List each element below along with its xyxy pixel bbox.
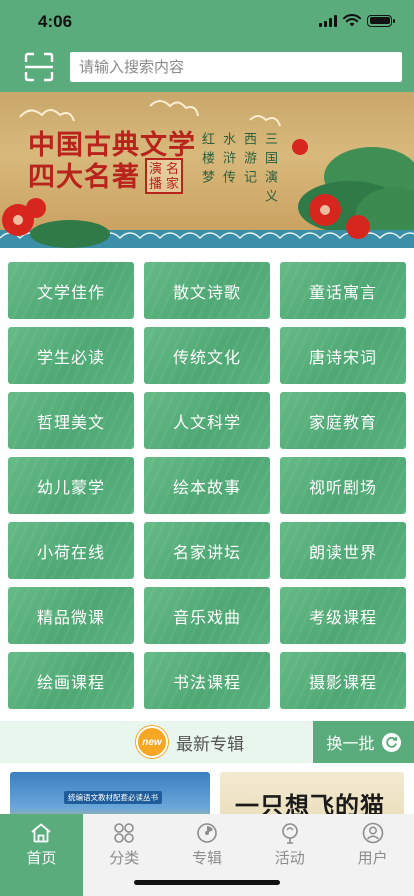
seal-char: 演	[148, 162, 162, 177]
seal-char: 家	[165, 177, 179, 192]
tab-album[interactable]: 专辑	[166, 814, 249, 872]
seal-char: 播	[148, 177, 162, 192]
category-button[interactable]: 精品微课	[8, 587, 134, 644]
category-button[interactable]: 绘本故事	[144, 457, 270, 514]
category-button[interactable]: 童话寓言	[280, 262, 406, 319]
banner[interactable]: 中国古典文学 四大名著 演 名 播 家 红楼梦 水浒传 西游记 三国演义	[0, 92, 414, 248]
category-button[interactable]: 音乐戏曲	[144, 587, 270, 644]
search-input[interactable]	[70, 52, 402, 82]
battery-icon	[367, 14, 395, 27]
tab-home[interactable]: 首页	[0, 814, 83, 896]
category-button[interactable]: 学生必读	[8, 327, 134, 384]
search-box	[70, 52, 402, 82]
header	[0, 44, 414, 92]
banner-column: 水浒传	[220, 132, 235, 189]
category-grid: 文学佳作 散文诗歌 童话寓言 学生必读 传统文化 唐诗宋词 哲理美文 人文科学 …	[8, 262, 406, 709]
category-button[interactable]: 考级课程	[280, 587, 406, 644]
seal-char: 名	[165, 162, 179, 177]
tab-activity[interactable]: 活动	[248, 814, 331, 872]
category-button[interactable]: 书法课程	[144, 652, 270, 709]
latest-album-bar: new 最新专辑 换一批	[0, 721, 414, 763]
category-button[interactable]: 小荷在线	[8, 522, 134, 579]
tab-label: 活动	[274, 850, 305, 867]
signal-icon	[319, 14, 337, 27]
home-icon	[31, 823, 51, 843]
album-heading: new 最新专辑	[136, 726, 244, 758]
category-button[interactable]: 朗读世界	[280, 522, 406, 579]
refresh-button[interactable]: 换一批	[313, 721, 414, 763]
album-icon	[197, 823, 217, 843]
category-button[interactable]: 视听剧场	[280, 457, 406, 514]
category-button[interactable]: 文学佳作	[8, 262, 134, 319]
category-button[interactable]: 唐诗宋词	[280, 327, 406, 384]
category-button[interactable]: 绘画课程	[8, 652, 134, 709]
status-bar: 4:06	[0, 0, 414, 44]
category-button[interactable]: 散文诗歌	[144, 262, 270, 319]
banner-seal: 演 名 播 家	[145, 158, 183, 194]
banner-column: 西游记	[241, 132, 256, 189]
wifi-icon	[343, 14, 361, 27]
category-icon	[114, 823, 134, 843]
album-list: 统编语文教材配套必读丛书 一只想飞的猫	[0, 772, 414, 814]
tab-label: 专辑	[191, 850, 222, 867]
category-button[interactable]: 人文科学	[144, 392, 270, 449]
status-icons	[319, 14, 395, 27]
album-card-label: 统编语文教材配套必读丛书	[64, 791, 162, 804]
tab-label: 首页	[26, 850, 57, 867]
category-button[interactable]: 传统文化	[144, 327, 270, 384]
banner-column: 红楼梦	[199, 132, 214, 189]
banner-column: 三国演义	[262, 132, 277, 208]
status-time: 4:06	[38, 12, 73, 31]
tab-user[interactable]: 用户	[331, 814, 414, 872]
category-button[interactable]: 幼儿蒙学	[8, 457, 134, 514]
category-button[interactable]: 家庭教育	[280, 392, 406, 449]
category-button[interactable]: 哲理美文	[8, 392, 134, 449]
tab-label: 用户	[357, 850, 388, 867]
refresh-icon	[381, 732, 401, 752]
user-icon	[362, 822, 383, 844]
category-button[interactable]: 摄影课程	[280, 652, 406, 709]
home-indicator	[134, 880, 280, 885]
refresh-label: 换一批	[326, 736, 375, 753]
category-button[interactable]: 名家讲坛	[144, 522, 270, 579]
tab-label: 分类	[109, 850, 140, 867]
scan-icon[interactable]	[24, 52, 54, 82]
album-section-title: 最新专辑	[176, 734, 244, 754]
album-card-label: 一只想飞的猫	[235, 791, 385, 814]
activity-icon	[281, 823, 298, 844]
album-card[interactable]: 统编语文教材配套必读丛书	[10, 772, 210, 814]
album-card[interactable]: 一只想飞的猫	[220, 772, 404, 814]
new-badge: new	[136, 726, 168, 758]
tab-category[interactable]: 分类	[83, 814, 166, 872]
